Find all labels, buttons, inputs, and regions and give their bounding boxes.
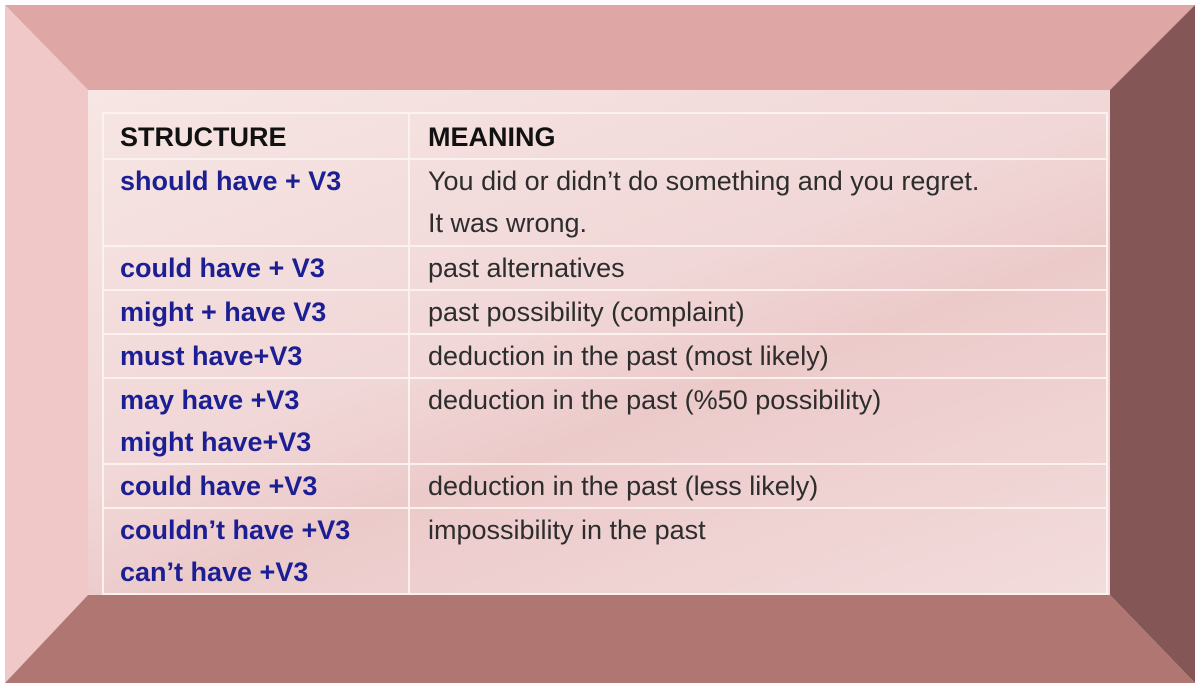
table-row: could have + V3 past alternatives [102,245,1108,291]
table-row: might + have V3 past possibility (complai… [102,289,1108,335]
structure-cell: could have +V3 [102,463,410,509]
bevel-top [5,5,1195,90]
table-row: may have +V3 might have+V3 deduction in th… [102,377,1108,465]
structure-cell: must have+V3 [102,333,410,379]
structure-text: should have + V3 [120,166,342,196]
header-meaning: MEANING [408,112,1108,160]
header-structure: STRUCTURE [102,112,410,160]
meaning-text: It was wrong. [428,208,588,238]
structure-text: may have +V3 [120,385,300,415]
meaning-text: past possibility (complaint) [428,297,745,327]
structure-cell: could have + V3 [102,245,410,291]
meaning-text: deduction in the past (most likely) [428,341,829,371]
table-row: couldn’t have +V3 can’t have +V3 impossibi… [102,507,1108,595]
structure-text: might have+V3 [120,427,312,457]
meaning-text: deduction in the past (less likely) [428,471,819,501]
bevel-left [5,5,88,683]
structure-text: could have + V3 [120,253,325,283]
structure-text: could have +V3 [120,471,318,501]
meaning-cell: deduction in the past (most likely) [408,333,1108,379]
bevel-right [1110,5,1195,683]
meaning-text: past alternatives [428,253,625,283]
meaning-text: impossibility in the past [428,515,706,545]
header-row: STRUCTURE MEANING [102,112,1108,160]
structure-cell: may have +V3 might have+V3 [102,377,410,465]
meaning-cell: deduction in the past (%50 possibility) [408,377,1108,465]
bevel-bottom [5,595,1195,683]
structure-text: might + have V3 [120,297,327,327]
structure-text: can’t have +V3 [120,557,309,587]
table-row: should have + V3 You did or didn’t do som… [102,158,1108,247]
meaning-cell: impossibility in the past [408,507,1108,595]
meaning-cell: past possibility (complaint) [408,289,1108,335]
modal-perfect-table: STRUCTURE MEANING should have + V3 You di… [102,112,1108,595]
structure-cell: might + have V3 [102,289,410,335]
structure-cell: should have + V3 [102,158,410,247]
structure-text: must have+V3 [120,341,303,371]
table-row: must have+V3 deduction in the past (most … [102,333,1108,379]
meaning-cell: past alternatives [408,245,1108,291]
meaning-text: deduction in the past (%50 possibility) [428,385,882,415]
meaning-cell: You did or didn’t do something and you r… [408,158,1108,247]
structure-text: couldn’t have +V3 [120,515,351,545]
structure-cell: couldn’t have +V3 can’t have +V3 [102,507,410,595]
meaning-text: You did or didn’t do something and you r… [428,166,980,196]
slide: STRUCTURE MEANING should have + V3 You di… [0,0,1200,689]
table-row: could have +V3 deduction in the past (les… [102,463,1108,509]
meaning-cell: deduction in the past (less likely) [408,463,1108,509]
